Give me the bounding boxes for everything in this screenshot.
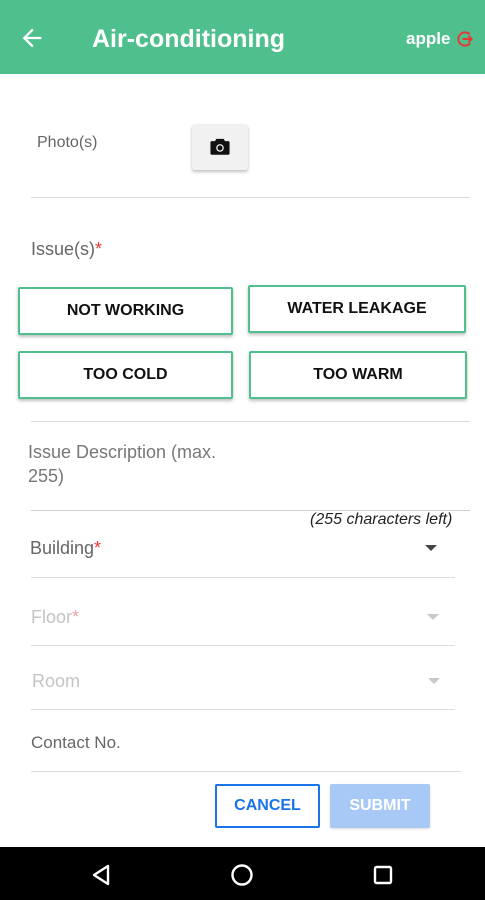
nav-home-icon[interactable] [230, 863, 254, 887]
app-bar: Air-conditioning apple [0, 0, 485, 74]
contact-number-input[interactable]: Contact No. [31, 733, 121, 753]
issues-label: Issue(s)* [31, 239, 103, 259]
chevron-down-icon[interactable] [425, 545, 437, 551]
room-select[interactable]: Room [32, 671, 80, 692]
nav-back-icon[interactable] [90, 864, 112, 886]
issue-not-working-button[interactable]: NOT WORKING [18, 287, 233, 335]
issue-too-cold-button[interactable]: TOO COLD [18, 351, 233, 399]
divider [31, 709, 455, 710]
photo-label: Photo(s) [37, 134, 98, 151]
arrow-left-icon[interactable] [18, 24, 46, 52]
divider [31, 645, 455, 646]
floor-select[interactable]: Floor* [31, 607, 79, 628]
divider [31, 197, 470, 198]
description-input[interactable]: Issue Description (max. 255) [28, 440, 248, 488]
divider [31, 771, 461, 772]
building-select[interactable]: Building* [30, 538, 101, 559]
add-photo-button[interactable] [192, 124, 248, 170]
issue-water-leakage-button[interactable]: WATER LEAKAGE [248, 285, 466, 333]
page-title: Air-conditioning [92, 25, 286, 53]
camera-icon [210, 138, 230, 155]
divider [31, 421, 470, 422]
chevron-down-icon[interactable] [427, 614, 439, 620]
logout-icon[interactable] [455, 29, 475, 49]
submit-button[interactable]: SUBMIT [330, 784, 430, 828]
chevron-down-icon[interactable] [428, 678, 440, 684]
issue-too-warm-button[interactable]: TOO WARM [249, 351, 467, 399]
nav-recents-icon[interactable] [373, 865, 393, 885]
username: apple [406, 29, 451, 48]
system-navigation-bar [0, 847, 485, 900]
cancel-button[interactable]: CANCEL [215, 784, 320, 828]
divider [31, 577, 455, 578]
characters-left-counter: (255 characters left) [310, 511, 453, 528]
